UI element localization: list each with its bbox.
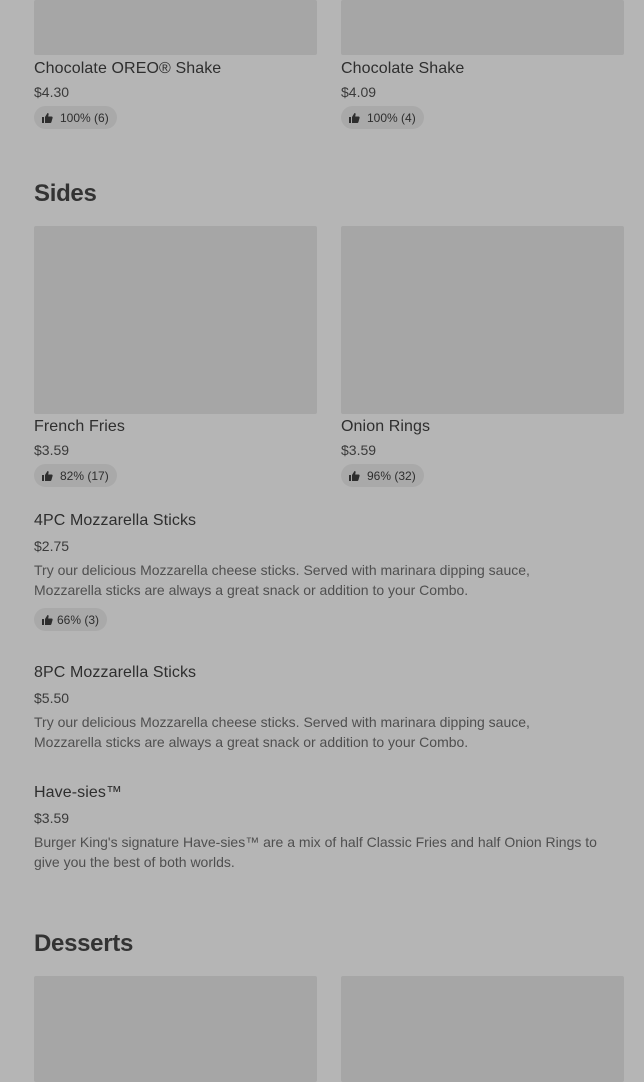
description-line: Try our delicious Mozzarella cheese stic… [34,562,530,578]
description-line: Mozzarella sticks are always a great sna… [34,582,469,598]
rating-text: 100% (6) [60,110,109,125]
chocolate-oreo-shake-name[interactable]: Chocolate OREO® Shake [34,60,221,78]
4pc-mozzarella-sticks-description: Try our delicious Mozzarella cheese stic… [34,560,530,600]
chocolate-shake-price: $4.09 [341,84,377,100]
description-line: Mozzarella sticks are always a great sna… [34,734,469,750]
have-sies-name[interactable]: Have-sies™ [34,784,122,802]
sides-section-title: Sides [34,180,97,207]
chocolate-shake-name[interactable]: Chocolate Shake [341,60,464,78]
rating-text: 66% (3) [57,612,100,627]
thumbs-up-icon [349,470,360,481]
rating-text: 100% (4) [367,110,416,125]
8pc-mozzarella-sticks-description: Try our delicious Mozzarella cheese stic… [34,712,530,752]
french-fries-price: $3.59 [34,442,70,458]
description-line: give you the best of both worlds. [34,854,235,870]
onion-rings-image[interactable] [341,226,624,414]
description-line: Burger King's signature Have-sies™ are a… [34,834,597,850]
4pc-mozzarella-sticks-price: $2.75 [34,538,70,554]
onion-rings-name[interactable]: Onion Rings [341,418,430,436]
thumbs-up-icon [42,614,53,625]
chocolate-shake-image[interactable] [341,0,624,55]
4pc-mozzarella-sticks-name[interactable]: 4PC Mozzarella Sticks [34,512,196,530]
chocolate-oreo-shake-rating: 100% (6) [34,106,117,129]
8pc-mozzarella-sticks-price: $5.50 [34,690,70,706]
thumbs-up-icon [42,470,53,481]
have-sies-description: Burger King's signature Have-sies™ are a… [34,832,597,872]
thumbs-up-icon [42,112,53,123]
french-fries-name[interactable]: French Fries [34,418,125,436]
4pc-mozzarella-sticks-rating: 66% (3) [34,608,108,631]
thumbs-up-icon [349,112,360,123]
8pc-mozzarella-sticks-name[interactable]: 8PC Mozzarella Sticks [34,664,196,682]
dessert-item-image[interactable] [341,976,624,1082]
chocolate-shake-rating: 100% (4) [341,106,424,129]
rating-text: 96% (32) [367,468,416,483]
chocolate-oreo-shake-price: $4.30 [34,84,70,100]
dessert-item-image[interactable] [34,976,317,1082]
onion-rings-rating: 96% (32) [341,464,424,487]
onion-rings-price: $3.59 [341,442,377,458]
rating-text: 82% (17) [60,468,109,483]
chocolate-oreo-shake-image[interactable] [34,0,317,55]
french-fries-image[interactable] [34,226,317,414]
description-line: Try our delicious Mozzarella cheese stic… [34,714,530,730]
have-sies-price: $3.59 [34,810,70,826]
french-fries-rating: 82% (17) [34,464,117,487]
desserts-section-title: Desserts [34,930,134,957]
